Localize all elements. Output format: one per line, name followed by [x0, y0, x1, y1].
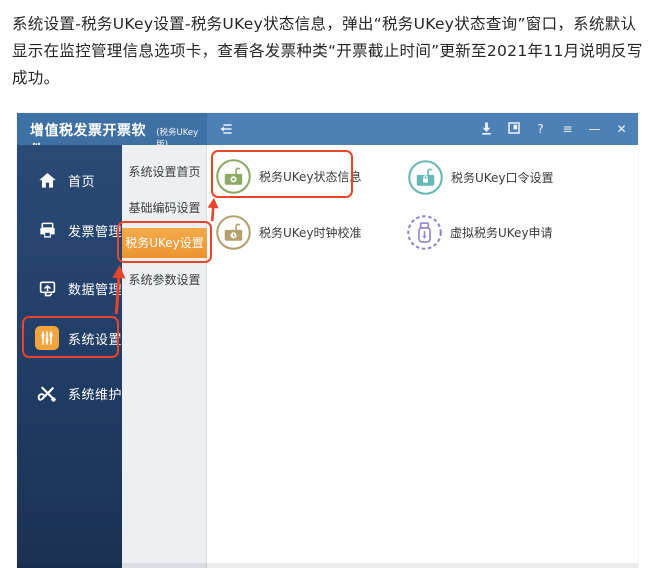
help-icon[interactable]: ? — [534, 122, 547, 136]
feature-ukey-status[interactable]: 税务UKey状态信息 — [215, 158, 362, 195]
close-icon[interactable]: ✕ — [615, 122, 628, 136]
sidebar-item-label: 数据管理 — [68, 279, 122, 298]
feature-label: 税务UKey状态信息 — [259, 168, 362, 185]
sidebar: 首页 发票管理 数据管理 系统设置 — [17, 145, 122, 568]
subnav-panel: 系统设置首页 基础编码设置 税务UKey设置 系统参数设置 — [122, 145, 207, 568]
app-title-area: 增值税发票开票软件 (税务UKey版) — [17, 113, 207, 145]
window-bottom-edge — [17, 563, 638, 568]
sidebar-item-home[interactable]: 首页 — [17, 165, 122, 195]
sidebar-item-label: 系统维护 — [68, 384, 122, 403]
sidebar-item-label: 发票管理 — [68, 221, 122, 240]
subnav-item-settings-home[interactable]: 系统设置首页 — [122, 162, 207, 182]
feature-label: 税务UKey口令设置 — [451, 169, 554, 186]
sidebar-item-invoice[interactable]: 发票管理 — [17, 215, 122, 245]
data-icon — [35, 276, 59, 300]
minimize-icon[interactable]: — — [588, 122, 601, 136]
collapse-sidebar-icon[interactable] — [218, 121, 234, 137]
maintenance-icon — [35, 381, 59, 405]
home-icon — [35, 168, 59, 192]
subnav-item-basic-codes[interactable]: 基础编码设置 — [122, 198, 207, 218]
sidebar-item-label: 首页 — [68, 171, 95, 190]
invoice-icon — [35, 218, 59, 242]
ukey-status-icon — [215, 158, 252, 195]
menu-icon[interactable]: ≡ — [561, 122, 574, 136]
page: 系统设置-税务UKey设置-税务UKey状态信息，弹出“税务UKey状态查询”窗… — [0, 0, 651, 568]
virtual-ukey-icon — [406, 214, 443, 251]
titlebar-controls: ? ≡ — ✕ — [480, 113, 628, 145]
download-icon[interactable] — [480, 122, 493, 136]
feature-ukey-clock[interactable]: 税务UKey时钟校准 — [215, 214, 362, 251]
sidebar-item-settings[interactable]: 系统设置 — [17, 323, 122, 353]
subnav-item-ukey-settings[interactable]: 税务UKey设置 — [122, 228, 207, 258]
sidebar-item-maintenance[interactable]: 系统维护 — [17, 378, 122, 408]
feature-ukey-password[interactable]: 税务UKey口令设置 — [407, 159, 554, 196]
feature-label: 虚拟税务UKey申请 — [450, 224, 553, 241]
ukey-clock-icon — [215, 214, 252, 251]
app-window: 增值税发票开票软件 (税务UKey版) ? ≡ — ✕ — [17, 113, 638, 568]
instruction-text: 系统设置-税务UKey设置-税务UKey状态信息，弹出“税务UKey状态查询”窗… — [12, 11, 644, 92]
feature-virtual-ukey[interactable]: 虚拟税务UKey申请 — [406, 214, 553, 251]
settings-icon — [35, 326, 59, 350]
restore-icon[interactable] — [507, 122, 520, 136]
subnav-item-system-params[interactable]: 系统参数设置 — [122, 270, 207, 290]
sidebar-item-label: 系统设置 — [68, 329, 122, 348]
feature-label: 税务UKey时钟校准 — [259, 224, 362, 241]
sidebar-item-data[interactable]: 数据管理 — [17, 273, 122, 303]
ukey-password-icon — [407, 159, 444, 196]
titlebar: 增值税发票开票软件 (税务UKey版) ? ≡ — ✕ — [17, 113, 638, 145]
main-content: 税务UKey状态信息 税务UKey口令设置 税务UKey时钟校准 虚拟税务UKe… — [207, 145, 638, 568]
